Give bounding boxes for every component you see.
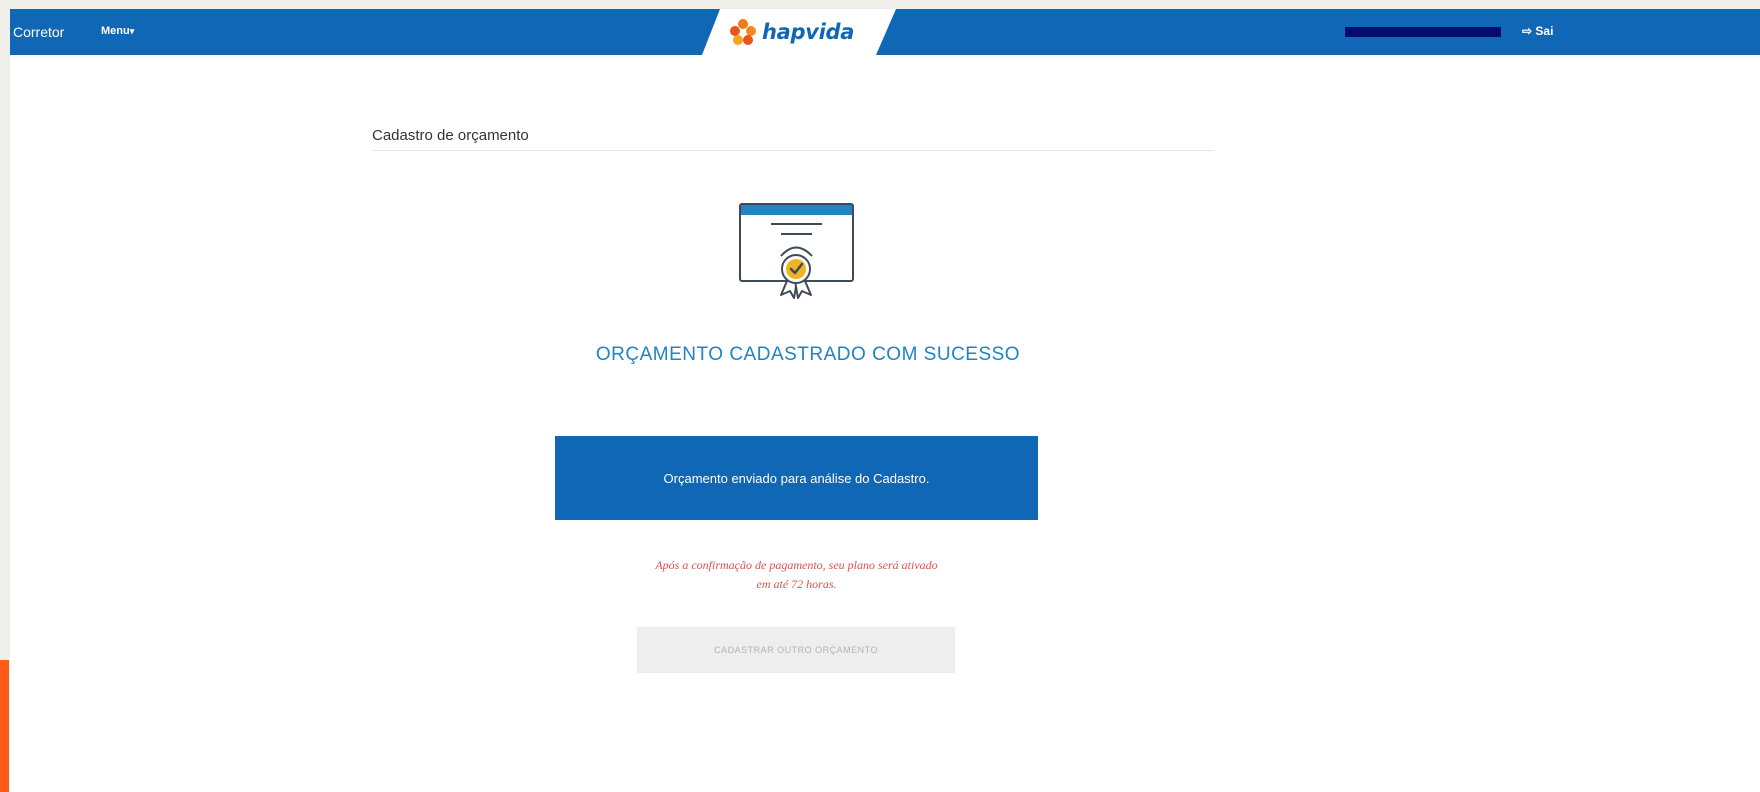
top-navbar: Corretor Menu▾ hapvida ⇨ Sai (10, 9, 1760, 55)
sign-out-icon: ⇨ (1522, 24, 1533, 38)
menu-dropdown[interactable]: Menu▾ (101, 25, 134, 37)
logout-label: Sai (1535, 24, 1554, 38)
payment-note: Após a confirmação de pagamento, seu pla… (555, 556, 1038, 594)
user-name-redacted (1345, 27, 1501, 37)
logo-wordmark: hapvida (762, 20, 855, 44)
title-divider (372, 150, 1214, 151)
register-another-budget-button[interactable]: CADASTRAR OUTRO ORÇAMENTO (637, 627, 955, 673)
flower-logo-icon (730, 19, 756, 45)
page-title: Cadastro de orçamento (372, 127, 529, 144)
success-title: ORÇAMENTO CADASTRADO COM SUCESSO (595, 344, 1021, 365)
hapvida-logo[interactable]: hapvida (728, 17, 854, 47)
caret-down-icon: ▾ (129, 26, 135, 36)
navbar-brand[interactable]: Corretor (13, 24, 64, 40)
left-edge-accent (0, 660, 9, 792)
payment-note-line-1: Após a confirmação de pagamento, seu pla… (655, 558, 938, 572)
payment-note-line-2: em até 72 horas. (756, 577, 837, 591)
info-message-box: Orçamento enviado para análise do Cadast… (555, 436, 1038, 520)
menu-label: Menu (101, 25, 130, 37)
certificate-icon (739, 203, 854, 299)
logout-link[interactable]: ⇨ Sai (1522, 24, 1553, 38)
page-container: Corretor Menu▾ hapvida ⇨ Sai Cadastro de… (10, 9, 1760, 792)
info-message-text: Orçamento enviado para análise do Cadast… (663, 470, 930, 486)
